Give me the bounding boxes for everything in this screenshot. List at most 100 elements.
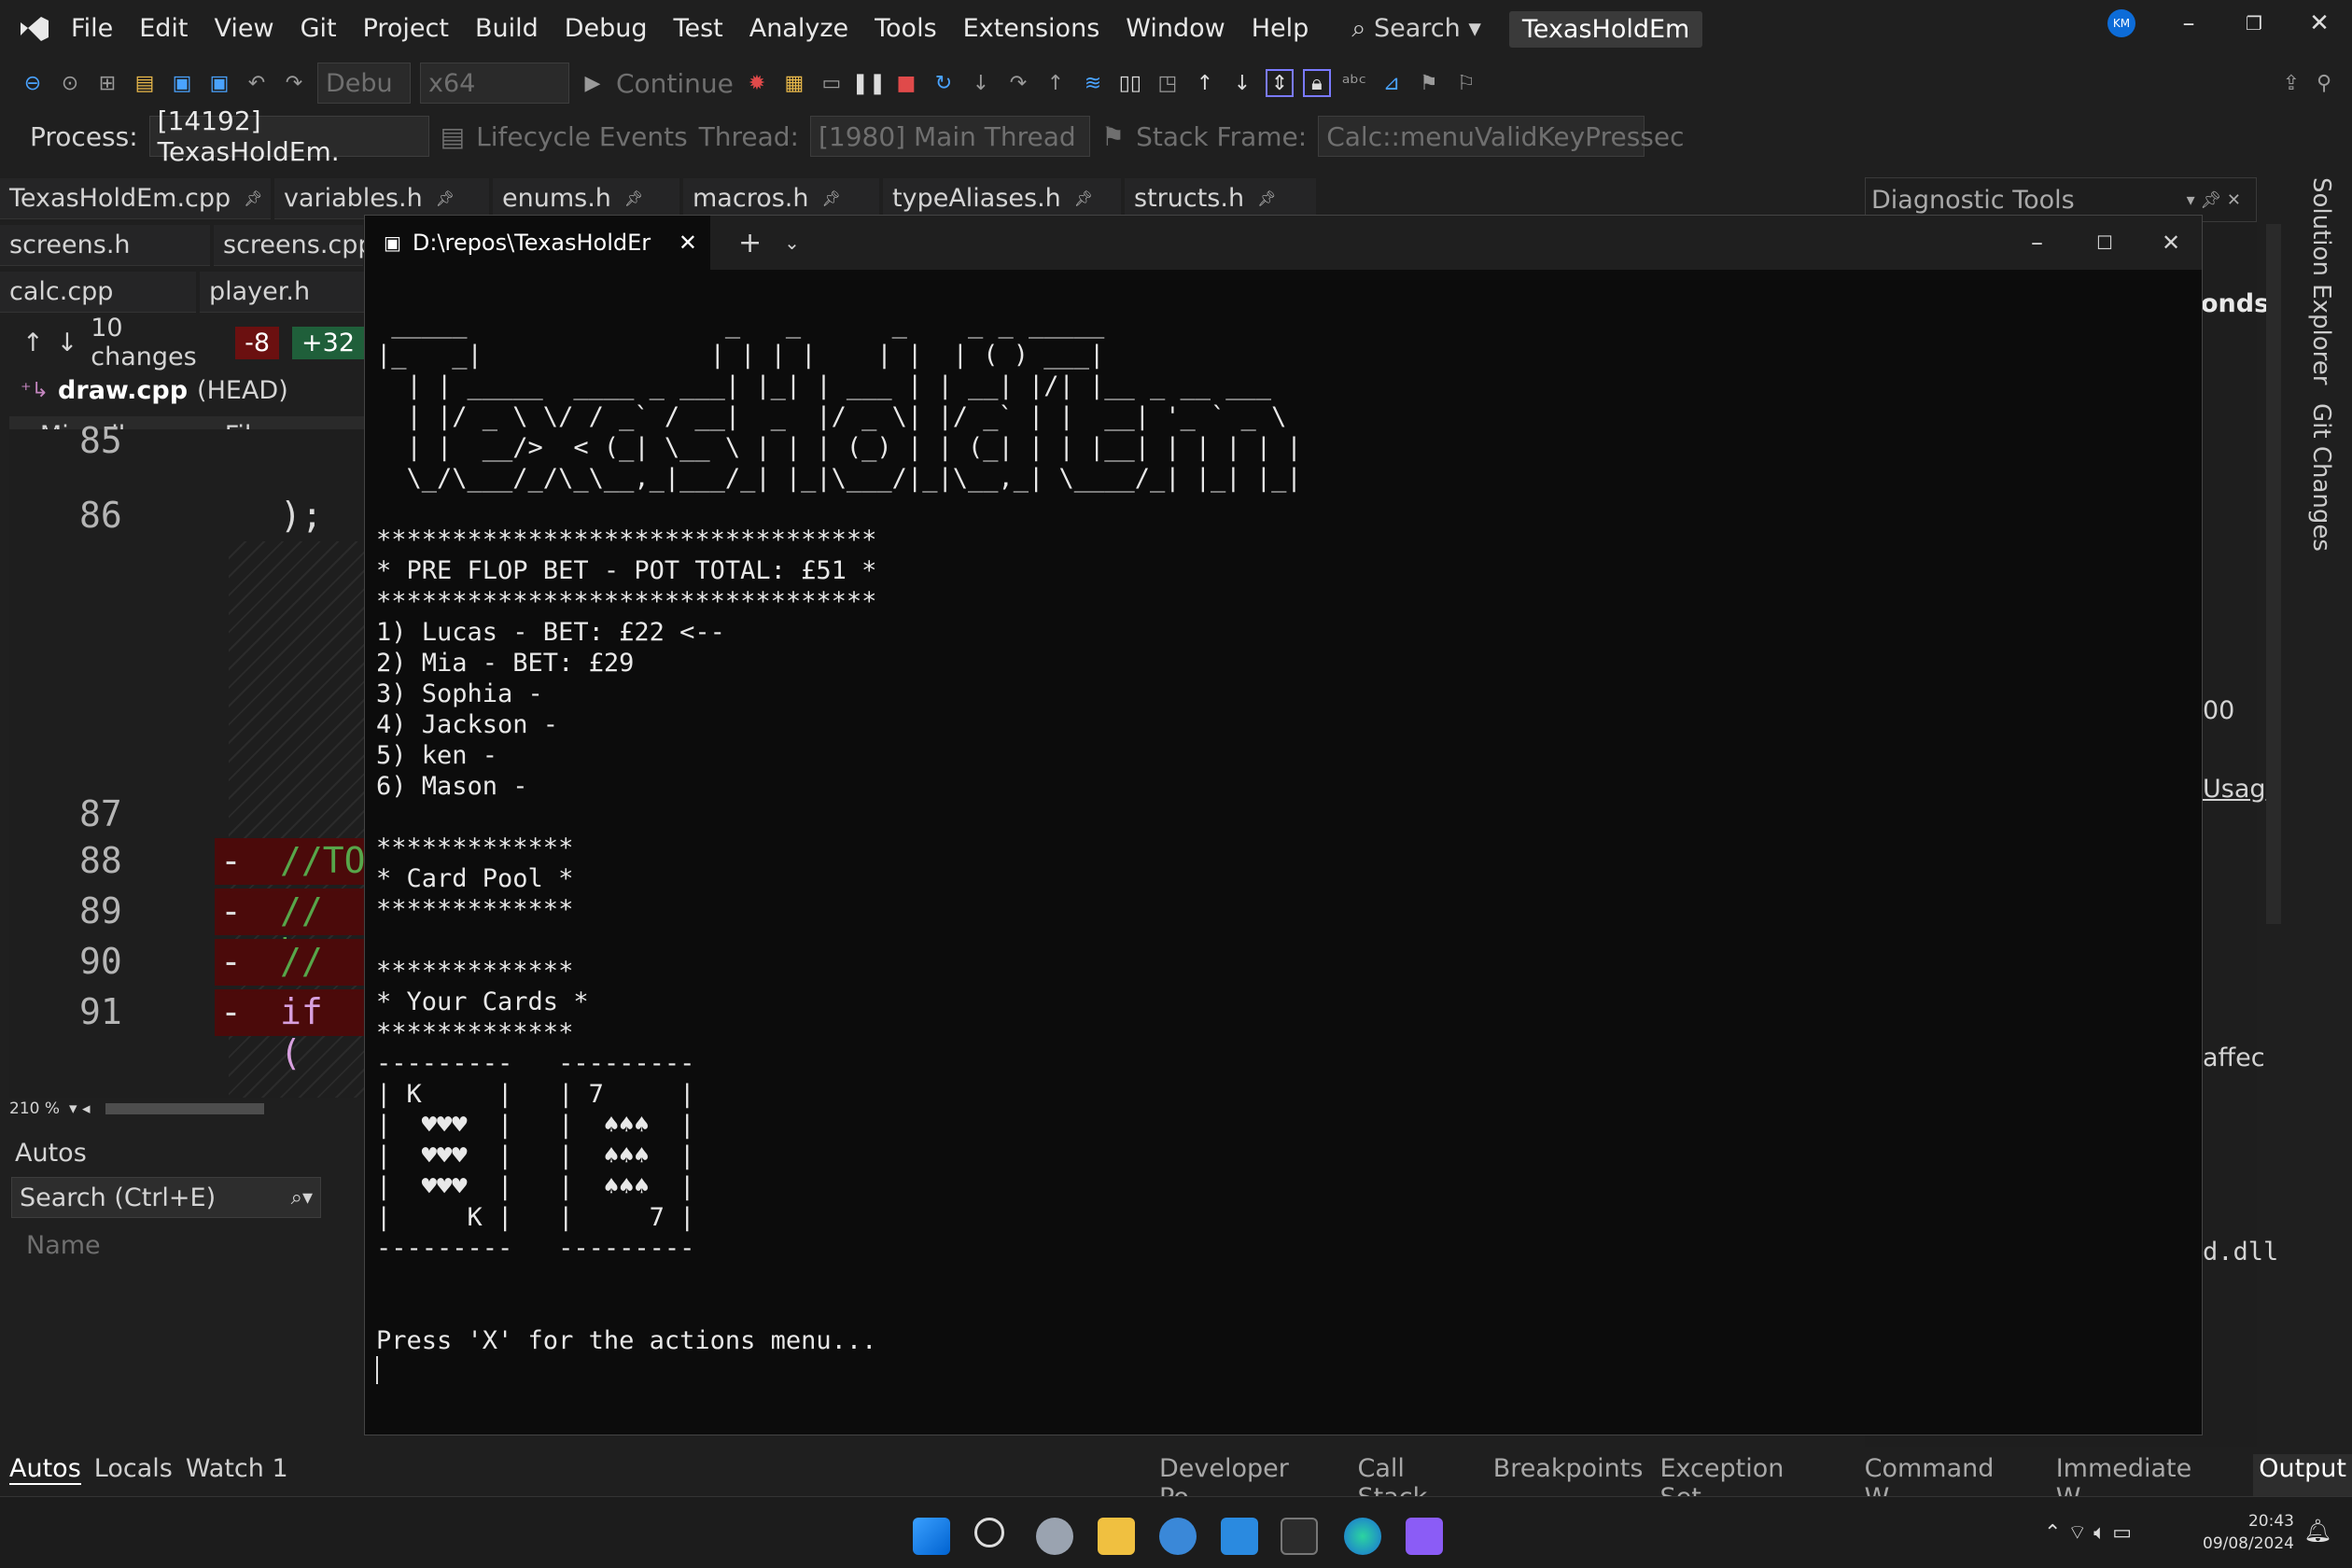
pin-icon[interactable]: 📌︎ bbox=[1257, 189, 1276, 207]
folder-icon[interactable]: ▦ bbox=[780, 69, 808, 97]
bookmark-prev-icon[interactable]: ⚐ bbox=[1452, 69, 1480, 97]
close-tab-icon[interactable]: ✕ bbox=[679, 230, 697, 256]
zoom-level[interactable]: 210 % bbox=[9, 1099, 60, 1118]
search-icon[interactable]: ⌕▾ bbox=[291, 1186, 313, 1210]
previous-change-icon[interactable]: ↑ bbox=[22, 329, 44, 357]
flag-icon[interactable]: ⚑ bbox=[1101, 121, 1125, 152]
visual-studio-icon[interactable] bbox=[1406, 1518, 1443, 1555]
menu-build[interactable]: Build bbox=[462, 0, 552, 58]
minimize-icon[interactable]: – bbox=[2031, 229, 2043, 257]
arrow-up-icon[interactable]: ↑ bbox=[1191, 69, 1219, 97]
menu-git[interactable]: Git bbox=[287, 0, 350, 58]
split-icon[interactable]: ⇕ bbox=[1265, 69, 1294, 97]
tab-enums-h[interactable]: enums.h 📌︎ bbox=[493, 178, 679, 219]
tab-calc-cpp[interactable]: calc.cpp bbox=[0, 272, 196, 313]
menu-help[interactable]: Help bbox=[1239, 0, 1323, 58]
restore-button[interactable]: ❐ bbox=[2221, 0, 2287, 47]
clock[interactable]: 20:43 09/08/2024 bbox=[2203, 1510, 2294, 1555]
menu-file[interactable]: File bbox=[58, 0, 126, 58]
chevron-down-icon[interactable]: ⌄ bbox=[784, 231, 800, 254]
new-tab-icon[interactable]: + bbox=[738, 227, 762, 259]
pin-icon[interactable]: 📌︎ bbox=[244, 189, 262, 207]
avatar[interactable]: KM bbox=[2107, 9, 2135, 37]
share-icon[interactable]: ⇪ bbox=[2277, 69, 2305, 97]
git-changes-tab[interactable]: Git Changes bbox=[2298, 394, 2345, 561]
menu-project[interactable]: Project bbox=[350, 0, 462, 58]
settings-icon[interactable] bbox=[1036, 1518, 1073, 1555]
pause-icon[interactable]: ❚❚ bbox=[851, 69, 886, 97]
solution-explorer-tab[interactable]: Solution Explorer bbox=[2298, 168, 2345, 394]
tab-autos[interactable]: Autos bbox=[9, 1454, 81, 1485]
terminal-tab[interactable]: ▣ D:\repos\TexasHoldEr ✕ bbox=[365, 216, 710, 270]
minimize-button[interactable]: – bbox=[2156, 0, 2221, 47]
tab-screens-h[interactable]: screens.h bbox=[0, 225, 210, 266]
step-over-icon[interactable]: ↷ bbox=[1004, 69, 1032, 97]
menu-analyze[interactable]: Analyze bbox=[736, 0, 861, 58]
tab-player-h[interactable]: player.h bbox=[200, 272, 368, 313]
diagnostic-controls-icon[interactable]: ▾ 📌︎ ✕ bbox=[2187, 190, 2241, 210]
redo-icon[interactable]: ↷ bbox=[280, 69, 308, 97]
menu-tools[interactable]: Tools bbox=[861, 0, 950, 58]
diagnostic-usage-tab[interactable]: Usag bbox=[2203, 775, 2266, 804]
configuration-select[interactable]: Debu bbox=[317, 63, 411, 104]
notepad-icon[interactable] bbox=[1221, 1518, 1258, 1555]
lifecycle-events-button[interactable]: Lifecycle Events bbox=[476, 121, 688, 152]
notification-icon[interactable]: 🔔︎ bbox=[2303, 1518, 2331, 1544]
navigate-back-icon[interactable]: ⊖ bbox=[19, 69, 47, 97]
menu-extensions[interactable]: Extensions bbox=[950, 0, 1113, 58]
tab-variables-h[interactable]: variables.h 📌︎ bbox=[274, 178, 489, 219]
menu-test[interactable]: Test bbox=[661, 0, 736, 58]
window-icon[interactable]: ▭ bbox=[818, 69, 846, 97]
pin-icon[interactable]: 📌︎ bbox=[436, 189, 455, 207]
horizontal-scrollbar[interactable] bbox=[105, 1103, 264, 1114]
threads-icon[interactable]: ≋ bbox=[1079, 69, 1107, 97]
menu-debug[interactable]: Debug bbox=[552, 0, 661, 58]
tab-macros-h[interactable]: macros.h 📌︎ bbox=[683, 178, 879, 219]
step-out-icon[interactable]: ↑ bbox=[1042, 69, 1070, 97]
autos-search-input[interactable]: Search (Ctrl+E) ⌕▾ bbox=[11, 1177, 321, 1218]
search-button[interactable]: ⌕ Search ▾ bbox=[1340, 14, 1492, 44]
lock-icon[interactable]: 🔒︎ bbox=[1302, 69, 1331, 97]
hot-reload-icon[interactable]: ✹ bbox=[743, 69, 771, 97]
tab-texasholdem-cpp[interactable]: TexasHoldEm.cpp 📌︎ bbox=[0, 178, 271, 219]
search-icon[interactable] bbox=[974, 1518, 1004, 1547]
tab-locals[interactable]: Locals bbox=[94, 1454, 173, 1485]
stackframe-select[interactable]: Calc::menuValidKeyPressec bbox=[1318, 116, 1685, 157]
thread-select[interactable]: [1980] Main Thread bbox=[810, 116, 1090, 157]
process-select[interactable]: [14192] TexasHoldEm. bbox=[148, 105, 429, 167]
close-icon[interactable]: ✕ bbox=[2162, 230, 2180, 256]
visual-studio-logo-icon[interactable] bbox=[11, 6, 58, 52]
zoom-dropdown-icon[interactable]: ▾ ◂ bbox=[69, 1099, 90, 1118]
terminal-app-icon[interactable] bbox=[1281, 1518, 1318, 1555]
bookmark-icon[interactable]: ⚑ bbox=[1415, 69, 1443, 97]
start-icon[interactable] bbox=[913, 1518, 950, 1555]
arrow-down-icon[interactable]: ↓ bbox=[1228, 69, 1256, 97]
terminal-window[interactable]: ▣ D:\repos\TexasHoldEr ✕ + ⌄ – ☐ ✕ _____… bbox=[364, 215, 2203, 1435]
save-all-icon[interactable]: ▣ bbox=[205, 69, 233, 97]
menu-view[interactable]: View bbox=[201, 0, 287, 58]
format-icon[interactable]: ⊿ bbox=[1378, 69, 1406, 97]
tray-icons[interactable]: ⌃ ⌔ 🔈︎ ▭ bbox=[2044, 1519, 2132, 1546]
edge-icon[interactable] bbox=[1344, 1518, 1381, 1555]
pin-icon[interactable]: 📌︎ bbox=[1074, 189, 1093, 207]
step-into-icon[interactable]: ↓ bbox=[967, 69, 995, 97]
tab-watch-1[interactable]: Watch 1 bbox=[186, 1454, 288, 1485]
tab-structs-h[interactable]: structs.h 📌︎ bbox=[1125, 178, 1316, 219]
tab-screens-cpp[interactable]: screens.cpp bbox=[214, 225, 374, 266]
close-button[interactable]: ✕ bbox=[2287, 0, 2352, 47]
app-icon[interactable] bbox=[1159, 1518, 1197, 1555]
pin-icon[interactable]: 📌︎ bbox=[624, 189, 643, 207]
tab-typealiases-h[interactable]: typeAliases.h 📌︎ bbox=[883, 178, 1121, 219]
continue-button[interactable]: Continue bbox=[616, 68, 734, 99]
save-icon[interactable]: ▣ bbox=[168, 69, 196, 97]
pin-icon[interactable]: 📌︎ bbox=[821, 189, 840, 207]
stop-icon[interactable]: ■ bbox=[892, 69, 920, 97]
menu-edit[interactable]: Edit bbox=[126, 0, 201, 58]
menu-window[interactable]: Window bbox=[1113, 0, 1238, 58]
feedback-icon[interactable]: ⚲ bbox=[2310, 69, 2338, 97]
navigate-forward-icon[interactable]: ⊙ bbox=[56, 69, 84, 97]
comment-icon[interactable]: ◳ bbox=[1154, 69, 1182, 97]
next-change-icon[interactable]: ↓ bbox=[57, 329, 78, 357]
undo-icon[interactable]: ↶ bbox=[243, 69, 271, 97]
diagnostic-scrollbar[interactable] bbox=[2266, 224, 2281, 924]
